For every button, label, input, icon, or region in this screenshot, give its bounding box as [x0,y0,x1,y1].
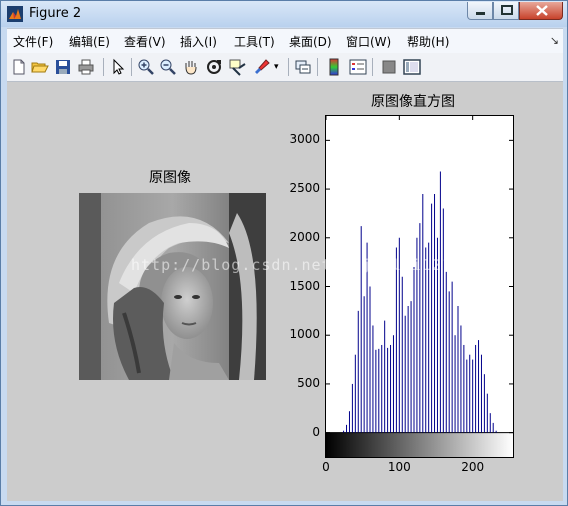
right-axes-title: 原图像直方图 [371,94,455,110]
menu-edit[interactable]: 编辑(E) [69,33,110,50]
figure-toolbar: ▾ [7,53,563,82]
brush-dropdown-icon[interactable]: ▾ [274,62,282,80]
menu-tools[interactable]: 工具(T) [234,33,275,50]
y-tick-label: 2000 [289,229,320,244]
y-tick-label: 500 [297,375,320,390]
menu-view[interactable]: 查看(V) [124,33,166,50]
minimize-icon [476,12,485,15]
toolbar-separator [372,58,373,76]
histogram-axes[interactable] [325,115,514,458]
print-icon[interactable] [77,58,95,76]
save-icon[interactable] [54,58,72,76]
menu-bar: 文件(F) 编辑(E) 查看(V) 插入(I) 工具(T) 桌面(D) 窗口(W… [7,28,563,53]
menu-help[interactable]: 帮助(H) [407,33,449,50]
figure-window: Figure 2 文件(F) 编辑(E) 查看(V) 插入(I) 工具(T) 桌… [0,0,568,506]
toolbar-separator [288,58,289,76]
brush-icon[interactable] [253,58,271,76]
dock-arrow-icon[interactable]: ↘ [550,34,559,47]
open-file-icon[interactable] [31,58,49,76]
close-button[interactable] [519,2,563,20]
toolbar-separator [103,58,104,76]
link-plot-icon[interactable] [294,58,312,76]
y-tick-label: 0 [312,424,320,439]
window-controls [467,2,563,21]
window-title: Figure 2 [29,6,82,21]
maximize-button[interactable] [493,2,519,20]
x-tick-label: 100 [387,460,411,474]
histogram-plot [325,116,513,457]
y-tick-label: 1500 [289,278,320,293]
menu-window[interactable]: 窗口(W) [346,33,391,50]
watermark-text: http://blog.csdn.net/majinlei121 [131,256,452,274]
grayscale-colorbar [326,432,513,457]
y-tick-label: 1000 [289,327,320,342]
pan-icon[interactable] [182,58,200,76]
maximize-icon [501,5,513,15]
minimize-button[interactable] [467,2,493,20]
left-axes-title: 原图像 [149,170,191,186]
x-tick-label: 0 [322,460,330,474]
matlab-figure-icon [7,6,23,22]
title-bar[interactable]: Figure 2 [1,1,567,27]
hide-plot-tools-icon[interactable] [380,58,398,76]
toolbar-separator [317,58,318,76]
new-figure-icon[interactable] [10,58,28,76]
lena-grayscale-image [79,193,266,380]
insert-colorbar-icon[interactable] [325,58,343,76]
y-tick-label: 2500 [289,181,320,196]
show-plot-tools-icon[interactable] [403,58,421,76]
toolbar-separator [131,58,132,76]
insert-legend-icon[interactable] [349,58,367,76]
menu-desktop[interactable]: 桌面(D) [289,33,332,50]
rotate-3d-icon[interactable] [205,58,223,76]
y-tick-label: 3000 [289,132,320,147]
x-tick-label: 200 [461,460,485,474]
data-cursor-icon[interactable] [228,58,246,76]
zoom-in-icon[interactable] [137,58,155,76]
menu-insert[interactable]: 插入(I) [180,33,217,50]
close-icon [536,5,548,16]
menu-file[interactable]: 文件(F) [13,33,53,50]
edit-plot-icon[interactable] [109,58,127,76]
zoom-out-icon[interactable] [159,58,177,76]
